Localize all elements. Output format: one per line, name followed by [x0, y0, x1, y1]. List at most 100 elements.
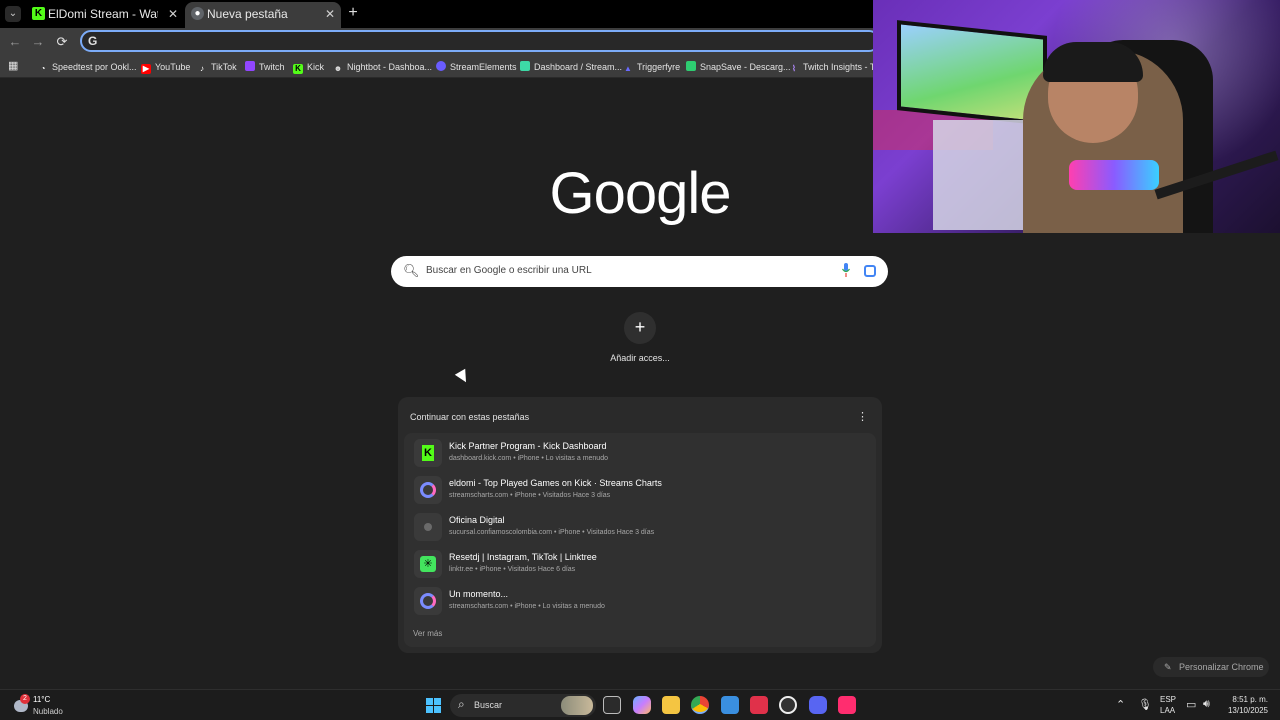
chrome-icon[interactable]: [691, 696, 709, 714]
item-subtitle: streamscharts.com • iPhone • Visitados H…: [449, 492, 611, 499]
list-item[interactable]: ✳ Resetdj | Instagram, TikTok | Linktree…: [408, 546, 872, 582]
new-tab-button[interactable]: +: [346, 4, 360, 24]
dashboard-icon: [520, 61, 530, 71]
add-shortcut-label[interactable]: Añadir acces...: [595, 353, 685, 363]
item-subtitle: linktr.ee • iPhone • Visitados Hace 6 dí…: [449, 566, 576, 573]
bookmark-streamelements[interactable]: StreamElements: [436, 60, 517, 74]
clock-time[interactable]: 8:51 p. m.: [1226, 695, 1268, 704]
item-subtitle: sucursal.confiamoscolombia.com • iPhone …: [449, 529, 655, 536]
volume-icon[interactable]: 🔊︎: [1203, 698, 1210, 711]
bookmark-dashboard-stream[interactable]: Dashboard / Stream...: [520, 60, 622, 74]
bookmark-kick[interactable]: K Kick: [293, 60, 324, 74]
search-highlight-art: [561, 696, 593, 715]
bookmark-youtube[interactable]: ▶ YouTube: [141, 60, 190, 74]
microphone-tray-icon[interactable]: 🎙︎: [1138, 698, 1152, 711]
bookmark-speedtest[interactable]: ◔ Speedtest por Ookl...: [38, 60, 137, 74]
reload-button[interactable]: ⟳: [53, 33, 71, 51]
search-icon: ⌕: [458, 697, 465, 711]
item-title: eldomi - Top Played Games on Kick · Stre…: [449, 478, 662, 488]
snapsave-icon: [686, 61, 696, 71]
tab-eldomi-stream[interactable]: K ElDomi Stream - Watch Live on Kick ✕: [26, 2, 184, 28]
tab-search-icon[interactable]: ⌄: [5, 6, 21, 22]
search-icon: 🔍︎: [403, 263, 420, 278]
more-options-icon[interactable]: ⋮: [857, 410, 868, 423]
google-logo: Google: [549, 161, 731, 226]
bookmark-snapsave[interactable]: SnapSave - Descarg...: [686, 60, 791, 74]
microphone-icon[interactable]: [842, 263, 850, 277]
item-title: Oficina Digital: [449, 515, 505, 525]
address-bar[interactable]: G: [80, 30, 880, 52]
item-title: Kick Partner Program - Kick Dashboard: [449, 441, 607, 451]
youtube-icon: ▶: [141, 64, 151, 74]
apps-grid-icon[interactable]: ▦: [8, 59, 18, 73]
search-input[interactable]: 🔍︎ Buscar en Google o escribir una URL: [391, 256, 888, 287]
list-item[interactable]: Oficina Digital sucursal.confiamoscolomb…: [408, 509, 872, 545]
tab-nueva-pestana[interactable]: ● Nueva pestaña ✕: [185, 2, 341, 28]
google-g-icon: G: [88, 34, 98, 48]
add-shortcut-button[interactable]: +: [624, 312, 656, 344]
notification-badge: 2: [20, 694, 30, 704]
capcut-icon[interactable]: [750, 696, 768, 714]
item-subtitle: dashboard.kick.com • iPhone • Lo visitas…: [449, 455, 608, 462]
tiktok-icon: ♪: [200, 64, 204, 73]
item-subtitle: streamscharts.com • iPhone • Lo visitas …: [449, 603, 605, 610]
item-title: Un momento...: [449, 589, 509, 599]
kick-favicon-icon: K: [32, 7, 45, 20]
discord-icon[interactable]: [809, 696, 827, 714]
nightbot-icon: ☻: [333, 64, 343, 73]
tab-title: ElDomi Stream - Watch Live on Kick: [48, 7, 158, 21]
streamscharts-icon: [414, 476, 442, 504]
task-view-icon[interactable]: [603, 696, 621, 714]
linktree-icon: ✳: [414, 550, 442, 578]
chart-icon: ⌇: [792, 64, 796, 73]
card-header: Continuar con estas pestañas: [410, 412, 530, 422]
webcam-overlay: [873, 0, 1280, 233]
start-button[interactable]: [426, 698, 441, 713]
taskbar-search[interactable]: ⌕ Buscar: [450, 694, 596, 717]
list-item[interactable]: eldomi - Top Played Games on Kick · Stre…: [408, 472, 872, 508]
kick-icon: K: [293, 64, 303, 74]
show-hidden-icons[interactable]: ⌃: [1116, 698, 1125, 711]
bookmark-twitch-insights[interactable]: ⌇ Twitch Insights - Te: [789, 60, 879, 74]
language-top[interactable]: ESP: [1160, 695, 1176, 704]
language-bottom[interactable]: LAA: [1160, 706, 1175, 715]
streamelements-icon: [436, 61, 446, 71]
bookmark-triggerfyre[interactable]: ▲ Triggerfyre: [623, 60, 680, 74]
clock-date[interactable]: 13/10/2025: [1222, 706, 1268, 715]
search-placeholder: Buscar en Google o escribir una URL: [426, 265, 592, 276]
list-item[interactable]: K Kick Partner Program - Kick Dashboard …: [408, 435, 872, 471]
network-icon[interactable]: ▭: [1186, 698, 1196, 711]
list-item[interactable]: Un momento... streamscharts.com • iPhone…: [408, 583, 872, 619]
search-label: Buscar: [474, 700, 503, 710]
google-lens-icon[interactable]: [864, 265, 876, 277]
tab-title: Nueva pestaña: [207, 7, 288, 21]
speedtest-icon: ◔: [40, 64, 46, 73]
globe-icon: [414, 513, 442, 541]
back-button[interactable]: ←: [6, 33, 24, 51]
continue-tabs-list: K Kick Partner Program - Kick Dashboard …: [404, 433, 876, 647]
close-tab-icon[interactable]: ✕: [168, 2, 178, 26]
streamscharts-icon: [414, 587, 442, 615]
windows-taskbar: 2 11°C Nublado ⌕ Buscar ⌃ ESP LAA 🎙︎ ▭ 🔊…: [0, 689, 1280, 720]
weather-temp: 11°C: [33, 695, 51, 704]
close-tab-icon[interactable]: ✕: [325, 2, 335, 26]
obs-icon[interactable]: [779, 696, 797, 714]
pencil-icon: ✎: [1164, 662, 1172, 672]
weather-widget[interactable]: 2 11°C Nublado: [12, 694, 92, 718]
item-title: Resetdj | Instagram, TikTok | Linktree: [449, 552, 597, 562]
copilot-icon[interactable]: [633, 696, 651, 714]
bookmark-tiktok[interactable]: ♪ TikTok: [197, 60, 237, 74]
store-icon[interactable]: [721, 696, 739, 714]
bookmark-nightbot[interactable]: ☻ Nightbot - Dashboa...: [333, 60, 432, 74]
chrome-favicon-icon: ●: [191, 7, 204, 20]
bookmark-twitch[interactable]: Twitch: [245, 60, 285, 74]
see-more-link[interactable]: Ver más: [413, 629, 442, 638]
kick-icon: K: [414, 439, 442, 467]
tiktok-app-icon[interactable]: [838, 696, 856, 714]
forward-button[interactable]: →: [29, 33, 47, 51]
triggerfyre-icon: ▲: [624, 64, 632, 73]
weather-condition: Nublado: [33, 707, 63, 716]
twitch-icon: [245, 61, 255, 71]
file-explorer-icon[interactable]: [662, 696, 680, 714]
customize-chrome-button[interactable]: ✎ Personalizar Chrome: [1153, 657, 1269, 677]
